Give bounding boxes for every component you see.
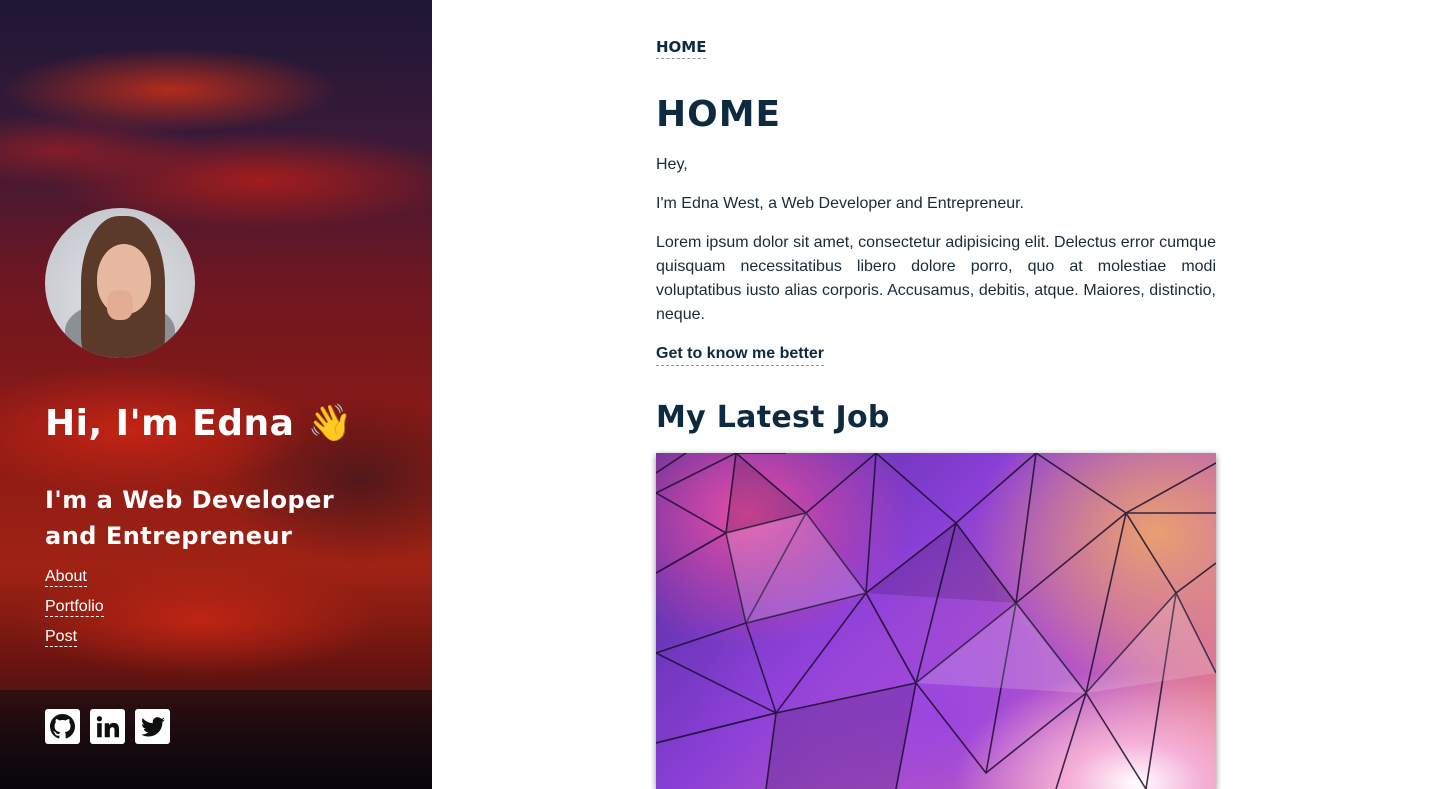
nav-item-about: About [45, 568, 104, 598]
breadcrumb[interactable]: HOME [656, 38, 707, 59]
nav-link-post[interactable]: Post [45, 628, 78, 647]
latest-job-heading: My Latest Job [656, 400, 890, 435]
sidebar-content: Hi, I'm Edna 👋 I'm a Web Developer and E… [45, 0, 402, 789]
sidebar: Hi, I'm Edna 👋 I'm a Web Developer and E… [0, 0, 432, 789]
nav-link-portfolio[interactable]: Portfolio [45, 598, 104, 617]
intro-greeting: Hey, [656, 156, 688, 173]
page-title: HOME [656, 94, 782, 135]
nav-item-portfolio: Portfolio [45, 598, 104, 628]
latest-job-image[interactable] [656, 453, 1216, 789]
social-links [45, 709, 170, 744]
github-icon[interactable] [45, 709, 80, 744]
sidebar-greeting: Hi, I'm Edna 👋 [45, 403, 353, 444]
about-more-link[interactable]: Get to know me better [656, 345, 825, 366]
geodesic-pattern [656, 453, 1216, 789]
linkedin-icon[interactable] [90, 709, 125, 744]
intro-statement: I'm Edna West, a Web Developer and Entre… [656, 195, 1024, 212]
sidebar-nav: About Portfolio Post [45, 568, 104, 658]
intro-body: Lorem ipsum dolor sit amet, consectetur … [656, 234, 1216, 323]
avatar [45, 208, 195, 358]
sidebar-tagline: I'm a Web Developer and Entrepreneur [45, 486, 335, 550]
nav-item-post: Post [45, 628, 104, 658]
nav-link-about[interactable]: About [45, 568, 87, 587]
twitter-icon[interactable] [135, 709, 170, 744]
